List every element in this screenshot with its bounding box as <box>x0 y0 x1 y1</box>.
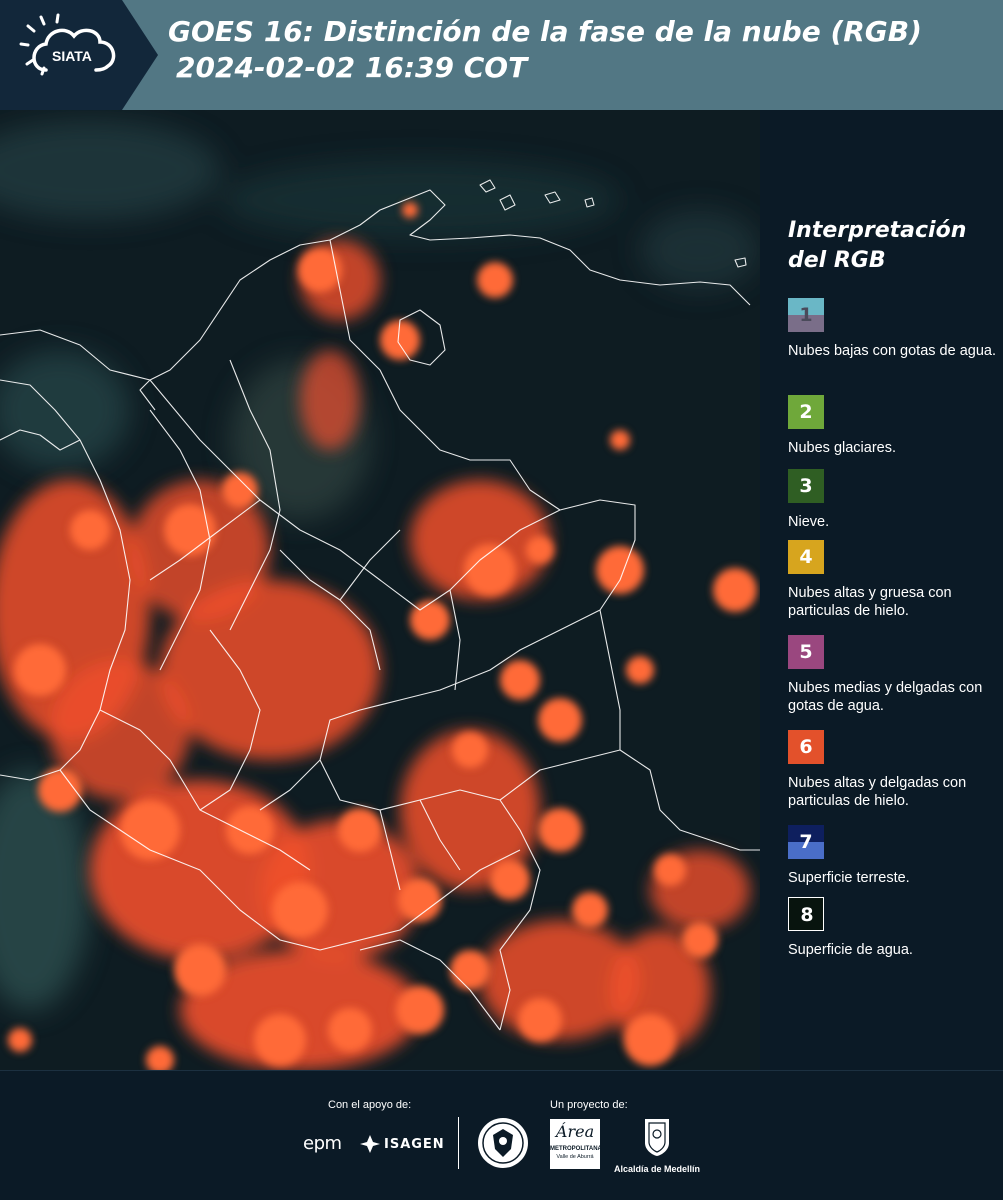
legend-number: 5 <box>799 641 813 663</box>
project-label: Un proyecto de: <box>550 1099 628 1111</box>
legend-item-1: 1 Nubes bajas con gotas de agua. <box>788 298 1000 360</box>
legend-label: Nubes bajas con gotas de agua. <box>788 343 996 359</box>
legend-title: Interpretación del RGB <box>788 218 967 273</box>
legend-swatch: 6 <box>788 730 824 764</box>
legend-swatch: 8 <box>788 897 824 931</box>
legend-swatch: 3 <box>788 469 824 503</box>
legend-number: 3 <box>799 475 813 497</box>
legend-number: 8 <box>800 904 814 926</box>
alcaldia-medellin-logo: Alcaldía de Medellín <box>612 1117 702 1174</box>
legend-label: Nubes glaciares. <box>788 440 896 456</box>
isagen-mark-icon <box>360 1135 380 1153</box>
legend-panel: Interpretación del RGB 1 Nubes bajas con … <box>760 110 1003 1070</box>
title-line2: 2024-02-02 16:39 COT <box>176 51 528 84</box>
legend-item-6: 6 Nubes altas y delgadas con particulas d… <box>788 730 1000 810</box>
page-title: GOES 16: Distinción de la fase de la nub… <box>168 14 922 86</box>
siata-logo: SIATA <box>0 0 158 110</box>
isagen-logo: ISAGEN <box>360 1135 445 1153</box>
legend-label: Superficie de agua. <box>788 942 913 958</box>
isagen-logo-text: ISAGEN <box>384 1136 445 1152</box>
legend-item-4: 4 Nubes altas y gruesa con particulas de … <box>788 540 1000 620</box>
legend-number: 2 <box>799 401 813 423</box>
legend-swatch: 4 <box>788 540 824 574</box>
legend-swatch: 2 <box>788 395 824 429</box>
footer-divider <box>458 1117 459 1169</box>
legend-item-8: 8 Superficie de agua. <box>788 897 1000 959</box>
legend-item-5: 5 Nubes medias y delgadas con gotas de ag… <box>788 635 1000 715</box>
area-logo-text: Área <box>555 1122 595 1141</box>
siata-logo-text: SIATA <box>52 48 92 64</box>
legend-label: Nubes altas y delgadas con particulas de… <box>788 775 967 809</box>
legend-swatch: 5 <box>788 635 824 669</box>
legend-item-2: 2 Nubes glaciares. <box>788 395 1000 457</box>
alcaldia-logo-text: Alcaldía de Medellín <box>613 1164 701 1174</box>
area-metropolitana-logo: Área METROPOLITANA Valle de Aburrá <box>550 1119 602 1169</box>
area-logo-subtext: METROPOLITANA <box>550 1146 602 1152</box>
satellite-map <box>0 110 760 1070</box>
medellin-seal-logo <box>477 1117 529 1174</box>
alcaldia-shield-icon <box>645 1119 669 1156</box>
legend-number: 4 <box>799 546 813 568</box>
legend-swatch: 1 <box>788 298 824 332</box>
legend-swatch: 7 <box>788 825 824 859</box>
legend-number: 7 <box>799 831 813 853</box>
support-label: Con el apoyo de: <box>328 1099 412 1111</box>
epm-logo: epm <box>303 1133 342 1154</box>
legend-label: Nubes altas y gruesa con particulas de h… <box>788 585 952 619</box>
title-line1: GOES 16: Distinción de la fase de la nub… <box>168 15 922 48</box>
header: SIATA GOES 16: Distinción de la fase de … <box>0 0 1003 110</box>
legend-item-3: 3 Nieve. <box>788 469 1000 531</box>
legend-label: Nubes medias y delgadas con gotas de agu… <box>788 680 983 714</box>
footer: Con el apoyo de: Un proyecto de: epm ISA… <box>0 1070 1003 1200</box>
legend-number: 1 <box>799 304 813 326</box>
legend-number: 6 <box>799 736 813 758</box>
legend-item-7: 7 Superficie terreste. <box>788 825 1000 887</box>
legend-label: Superficie terreste. <box>788 870 910 886</box>
area-logo-subtext2: Valle de Aburrá <box>556 1154 594 1160</box>
legend-label: Nieve. <box>788 514 830 530</box>
epm-logo-text: epm <box>303 1133 342 1154</box>
